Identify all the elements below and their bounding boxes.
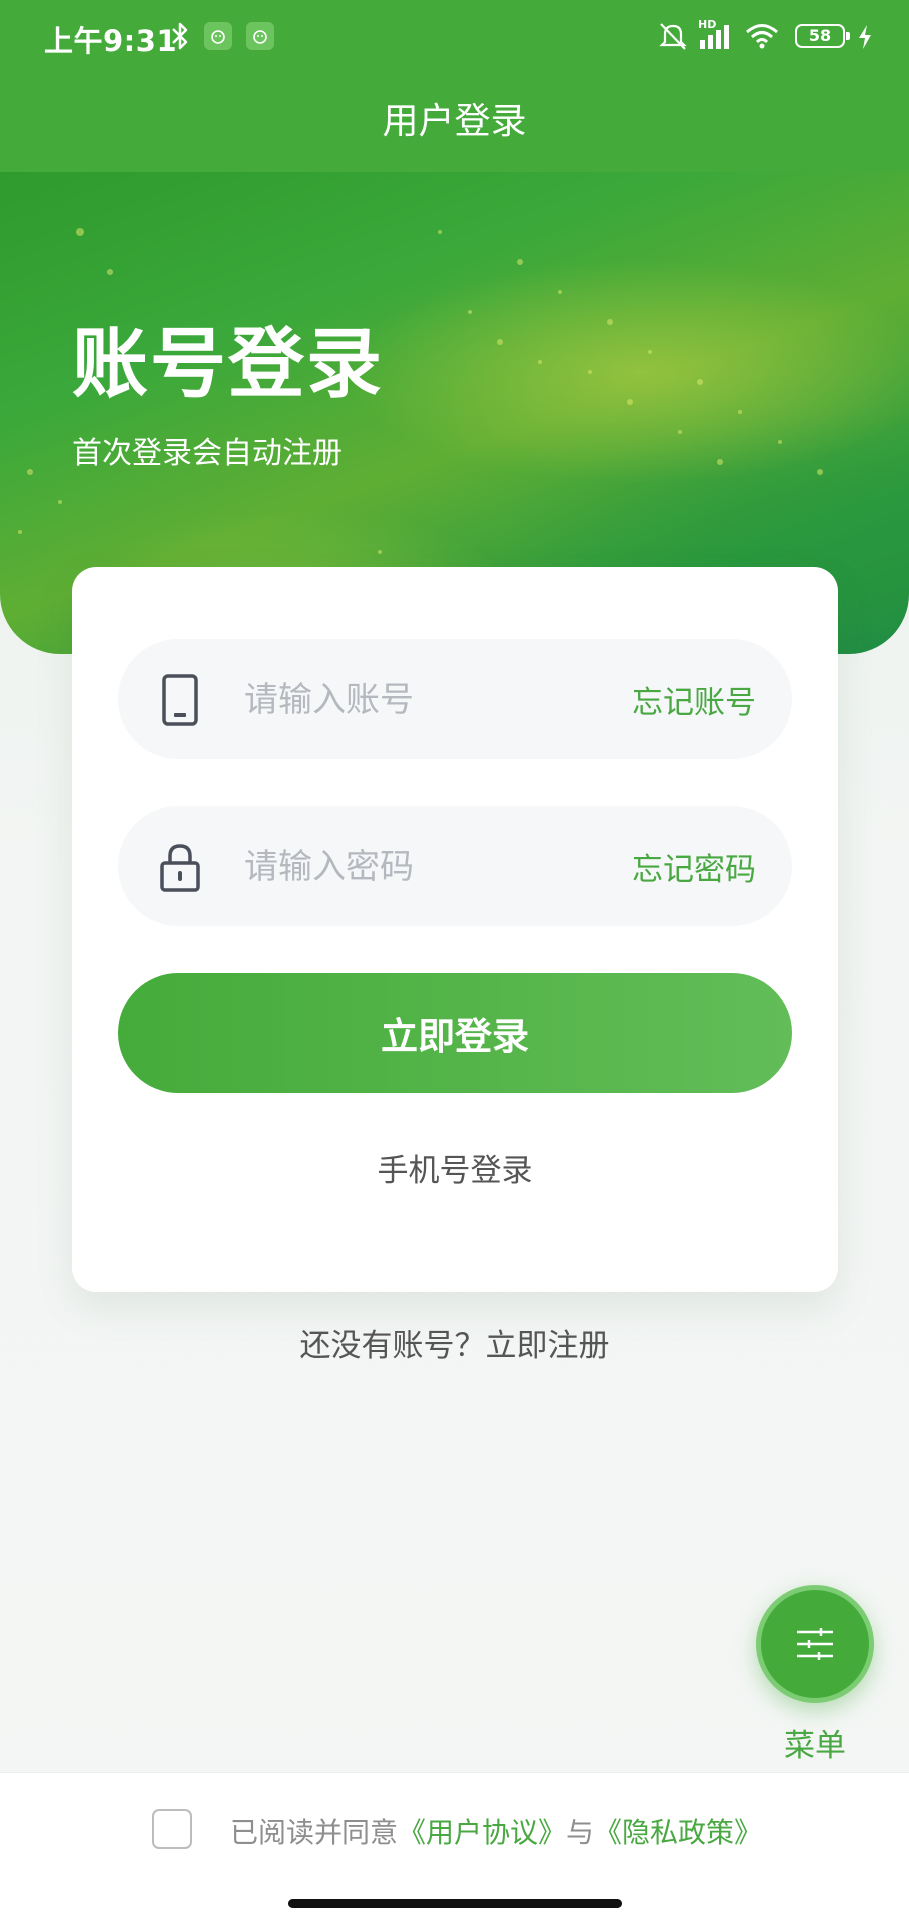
battery-icon: 58 bbox=[795, 24, 850, 48]
battery-level: 58 bbox=[808, 26, 832, 45]
bluetooth-icon bbox=[172, 22, 188, 50]
phone-login-link[interactable]: 手机号登录 bbox=[72, 1145, 838, 1190]
hero-title: 账号登录 bbox=[72, 319, 384, 408]
agreement-text: 已阅读并同意《用户协议》与《隐私政策》 bbox=[230, 1811, 762, 1851]
password-input[interactable] bbox=[242, 836, 606, 898]
user-agreement-link[interactable]: 《用户协议》 bbox=[398, 1816, 566, 1849]
menu-fab-label: 菜单 bbox=[784, 1728, 846, 1764]
agree-connector: 与 bbox=[566, 1816, 595, 1849]
menu-fab-button[interactable] bbox=[756, 1585, 874, 1703]
login-card: 忘记账号 忘记密码 立即登录 手机号登录 bbox=[72, 567, 838, 1292]
agree-checkbox[interactable] bbox=[152, 1809, 192, 1849]
mute-bell-icon bbox=[659, 23, 687, 50]
status-time: 上午9:31 bbox=[44, 24, 178, 58]
wifi-icon bbox=[746, 24, 778, 49]
app-notification-icon bbox=[204, 22, 232, 50]
register-link[interactable]: 还没有账号？立即注册 bbox=[0, 1320, 909, 1365]
phone-icon bbox=[162, 674, 198, 726]
privacy-policy-link[interactable]: 《隐私政策》 bbox=[594, 1816, 762, 1849]
page-title: 用户登录 bbox=[0, 72, 909, 172]
charging-icon bbox=[859, 25, 871, 49]
account-input[interactable] bbox=[242, 669, 606, 731]
forgot-account-link[interactable]: 忘记账号 bbox=[632, 677, 756, 722]
footer-agreement: 已阅读并同意《用户协议》与《隐私政策》 bbox=[0, 1772, 909, 1921]
app-notification-icon bbox=[246, 22, 274, 50]
status-bar: 上午9:31 HD 58 bbox=[0, 0, 909, 72]
lock-icon bbox=[160, 844, 200, 892]
menu-icon bbox=[797, 1628, 833, 1660]
password-field: 忘记密码 bbox=[118, 806, 792, 926]
agree-prefix: 已阅读并同意 bbox=[230, 1816, 399, 1849]
signal-icon bbox=[700, 25, 729, 49]
forgot-password-link[interactable]: 忘记密码 bbox=[632, 844, 756, 889]
login-button[interactable]: 立即登录 bbox=[118, 973, 792, 1093]
account-field: 忘记账号 bbox=[118, 639, 792, 759]
hero-subtitle: 首次登录会自动注册 bbox=[72, 436, 342, 471]
home-indicator bbox=[288, 1899, 622, 1908]
